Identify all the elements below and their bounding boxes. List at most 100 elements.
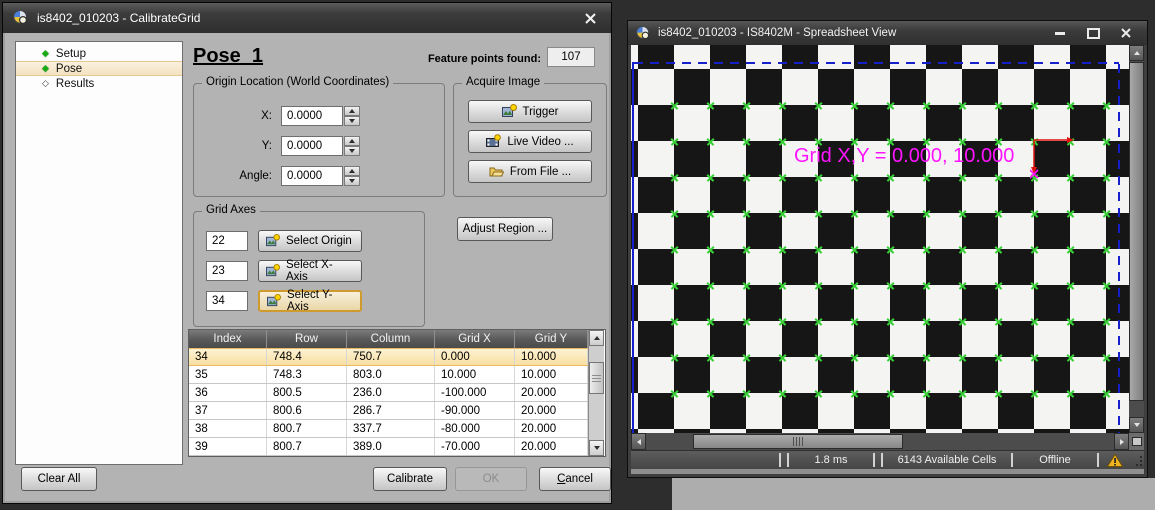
feature-point-marker[interactable] bbox=[922, 389, 931, 398]
feature-point-marker[interactable] bbox=[670, 317, 679, 326]
feature-point-marker[interactable] bbox=[1102, 317, 1111, 326]
feature-point-marker[interactable] bbox=[706, 209, 715, 218]
feature-point-marker[interactable] bbox=[958, 389, 967, 398]
feature-point-marker[interactable] bbox=[994, 101, 1003, 110]
spin-up-icon[interactable] bbox=[344, 136, 360, 146]
feature-point-marker[interactable] bbox=[778, 173, 787, 182]
feature-point-marker[interactable] bbox=[778, 389, 787, 398]
feature-point-marker[interactable] bbox=[922, 281, 931, 290]
scroll-left-icon[interactable] bbox=[631, 433, 646, 450]
feature-point-marker[interactable] bbox=[958, 245, 967, 254]
feature-point-marker[interactable] bbox=[994, 389, 1003, 398]
scroll-thumb[interactable] bbox=[1129, 62, 1144, 401]
feature-point-marker[interactable] bbox=[814, 245, 823, 254]
feature-point-marker[interactable] bbox=[1066, 245, 1075, 254]
feature-point-marker[interactable] bbox=[814, 353, 823, 362]
feature-point-marker[interactable] bbox=[1030, 209, 1039, 218]
feature-point-marker[interactable] bbox=[1066, 353, 1075, 362]
feature-point-marker[interactable] bbox=[958, 209, 967, 218]
cancel-button[interactable]: Cancel bbox=[539, 467, 611, 491]
y-input[interactable]: 0.0000 bbox=[281, 136, 343, 156]
scroll-thumb[interactable] bbox=[589, 362, 604, 394]
horizontal-scrollbar[interactable] bbox=[631, 433, 1144, 450]
feature-point-marker[interactable] bbox=[814, 101, 823, 110]
y-stepper[interactable] bbox=[344, 136, 360, 156]
scroll-up-icon[interactable] bbox=[589, 330, 604, 346]
feature-point-marker[interactable] bbox=[814, 281, 823, 290]
feature-point-marker[interactable] bbox=[778, 281, 787, 290]
feature-point-marker[interactable] bbox=[922, 317, 931, 326]
feature-point-marker[interactable] bbox=[994, 317, 1003, 326]
table-row[interactable]: 38800.7337.7-80.00020.000 bbox=[189, 420, 588, 438]
spin-up-icon[interactable] bbox=[344, 166, 360, 176]
adjust-region-button[interactable]: Adjust Region ... bbox=[457, 217, 553, 241]
live-video-button[interactable]: Live Video ... bbox=[468, 130, 592, 153]
feature-point-marker[interactable] bbox=[1030, 101, 1039, 110]
feature-point-marker[interactable] bbox=[1066, 209, 1075, 218]
feature-point-marker[interactable] bbox=[886, 209, 895, 218]
col-header-grid-x[interactable]: Grid X bbox=[435, 330, 515, 348]
feature-point-marker[interactable] bbox=[778, 209, 787, 218]
feature-point-marker[interactable] bbox=[814, 389, 823, 398]
x-input[interactable]: 0.0000 bbox=[281, 106, 343, 126]
feature-point-marker[interactable] bbox=[706, 389, 715, 398]
feature-point-marker[interactable] bbox=[850, 389, 859, 398]
feature-point-marker[interactable] bbox=[1102, 245, 1111, 254]
feature-point-marker[interactable] bbox=[1030, 317, 1039, 326]
feature-point-marker[interactable] bbox=[814, 209, 823, 218]
feature-point-marker[interactable] bbox=[742, 389, 751, 398]
table-row[interactable]: 35748.3803.010.00010.000 bbox=[189, 366, 588, 384]
feature-point-marker[interactable] bbox=[1102, 209, 1111, 218]
table-row[interactable]: 36800.5236.0-100.00020.000 bbox=[189, 384, 588, 402]
scroll-thumb[interactable] bbox=[693, 434, 903, 449]
spin-down-icon[interactable] bbox=[344, 176, 360, 186]
table-scrollbar[interactable] bbox=[588, 330, 604, 456]
origin-cell-input[interactable]: 22 bbox=[206, 231, 248, 251]
feature-point-marker[interactable] bbox=[1066, 101, 1075, 110]
y-axis-cell-input[interactable]: 34 bbox=[206, 291, 248, 311]
col-header-index[interactable]: Index bbox=[189, 330, 267, 348]
feature-point-marker[interactable] bbox=[1102, 101, 1111, 110]
resize-grip[interactable] bbox=[1131, 451, 1144, 469]
feature-point-marker[interactable] bbox=[850, 173, 859, 182]
feature-point-marker[interactable] bbox=[670, 389, 679, 398]
feature-point-marker[interactable] bbox=[814, 173, 823, 182]
feature-point-marker[interactable] bbox=[958, 173, 967, 182]
feature-point-marker[interactable] bbox=[994, 209, 1003, 218]
select-x-axis-button[interactable]: Select X-Axis bbox=[258, 260, 362, 282]
table-row[interactable]: 37800.6286.7-90.00020.000 bbox=[189, 402, 588, 420]
feature-point-marker[interactable] bbox=[922, 245, 931, 254]
scroll-down-icon[interactable] bbox=[589, 440, 604, 456]
clear-all-button[interactable]: Clear All bbox=[21, 467, 97, 491]
feature-point-marker[interactable] bbox=[1066, 281, 1075, 290]
angle-input[interactable]: 0.0000 bbox=[281, 166, 343, 186]
feature-point-marker[interactable] bbox=[958, 353, 967, 362]
feature-point-marker[interactable] bbox=[1030, 245, 1039, 254]
feature-point-marker[interactable] bbox=[850, 353, 859, 362]
feature-point-marker[interactable] bbox=[994, 353, 1003, 362]
feature-point-marker[interactable] bbox=[922, 353, 931, 362]
feature-point-marker[interactable] bbox=[670, 173, 679, 182]
col-header-column[interactable]: Column bbox=[347, 330, 435, 348]
feature-point-marker[interactable] bbox=[922, 209, 931, 218]
feature-point-marker[interactable] bbox=[778, 101, 787, 110]
feature-point-marker[interactable] bbox=[706, 173, 715, 182]
feature-point-marker[interactable] bbox=[706, 317, 715, 326]
feature-point-marker[interactable] bbox=[994, 281, 1003, 290]
feature-point-marker[interactable] bbox=[886, 281, 895, 290]
feature-point-marker[interactable] bbox=[1030, 353, 1039, 362]
calibrate-button[interactable]: Calibrate bbox=[373, 467, 447, 491]
feature-point-marker[interactable] bbox=[1102, 353, 1111, 362]
feature-point-marker[interactable] bbox=[670, 209, 679, 218]
sidebar-item-pose[interactable]: ◆ Pose bbox=[16, 61, 182, 76]
feature-point-marker[interactable] bbox=[742, 209, 751, 218]
minimize-icon[interactable] bbox=[1047, 25, 1073, 41]
warning-icon[interactable] bbox=[1099, 451, 1131, 469]
feature-point-marker[interactable] bbox=[778, 317, 787, 326]
table-row[interactable]: 39800.7389.0-70.00020.000 bbox=[189, 438, 588, 456]
col-header-grid-y[interactable]: Grid Y bbox=[515, 330, 588, 348]
feature-point-marker[interactable] bbox=[850, 317, 859, 326]
feature-point-marker[interactable] bbox=[1102, 137, 1111, 146]
feature-point-marker[interactable] bbox=[1102, 173, 1111, 182]
feature-point-marker[interactable] bbox=[1030, 389, 1039, 398]
